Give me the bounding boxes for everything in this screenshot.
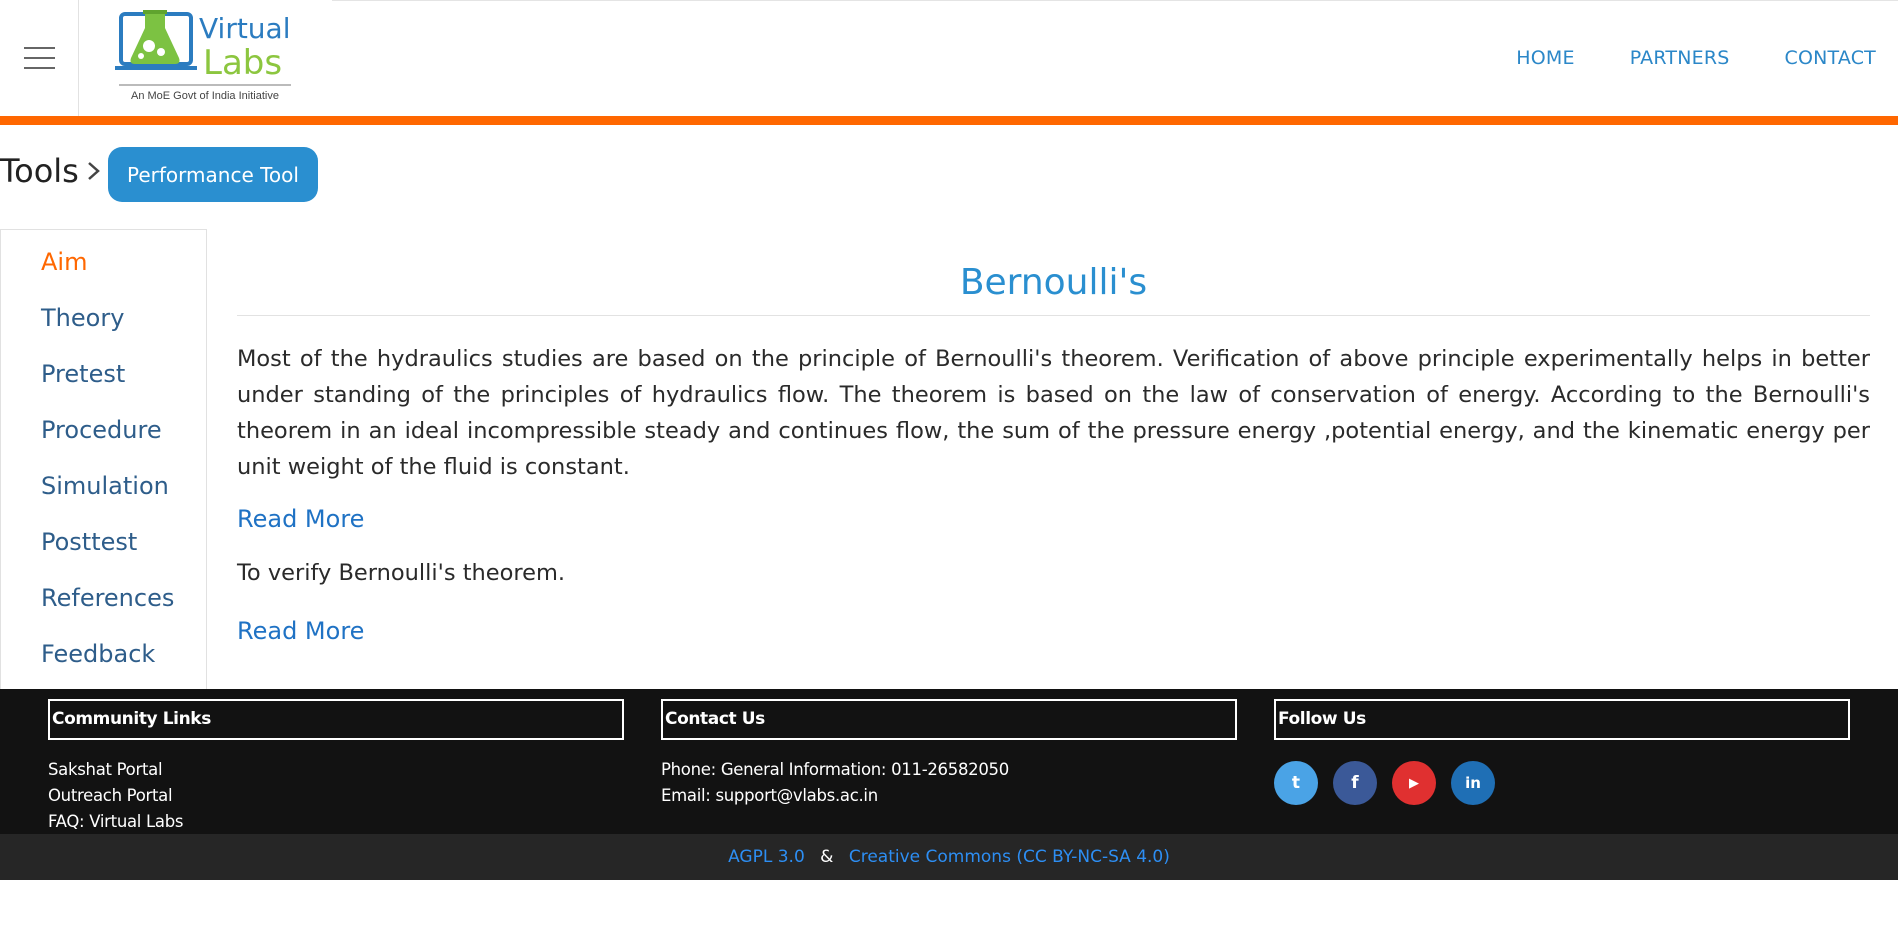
cc-license-link[interactable]: Creative Commons (CC BY-NC-SA 4.0) (849, 847, 1170, 867)
facebook-icon[interactable]: f (1333, 761, 1377, 805)
page-title: Bernoulli's (959, 262, 1148, 303)
footer-heading: Follow Us (1274, 699, 1850, 740)
sidebar-item-simulation[interactable]: Simulation (41, 472, 169, 500)
license-bar: AGPL 3.0 & Creative Commons (CC BY-NC-SA… (0, 834, 1898, 880)
nav-partners-link[interactable]: PARTNERS (1630, 47, 1730, 69)
main-nav: HOME PARTNERS CONTACT (1516, 47, 1876, 69)
contact-email[interactable]: Email: support@vlabs.ac.in (661, 783, 1237, 809)
nav-contact-link[interactable]: CONTACT (1784, 47, 1876, 69)
virtual-labs-logo[interactable]: Virtual Labs An MoE Govt of India Initia… (115, 8, 300, 106)
header-accent-bar (0, 116, 1898, 125)
sidebar-item-pretest[interactable]: Pretest (41, 360, 125, 388)
footer-follow: Follow Us t f ▶ in (1274, 699, 1850, 805)
footer-heading: Community Links (48, 699, 624, 740)
footer-link-faq[interactable]: FAQ: Virtual Labs (48, 809, 624, 835)
logo-icon: Virtual Labs An MoE Govt of India Initia… (115, 10, 291, 102)
twitter-icon[interactable]: t (1274, 761, 1318, 805)
svg-text:Virtual: Virtual (199, 12, 291, 45)
youtube-icon[interactable]: ▶ (1392, 761, 1436, 805)
footer-contact: Contact Us Phone: General Information: 0… (661, 699, 1237, 809)
site-header: Virtual Labs An MoE Govt of India Initia… (0, 0, 1898, 117)
sidebar-item-theory[interactable]: Theory (41, 304, 124, 332)
sidebar-item-posttest[interactable]: Posttest (41, 528, 137, 556)
hamburger-line (24, 47, 55, 49)
contact-phone: Phone: General Information: 011-26582050 (661, 760, 1009, 779)
experiment-sidebar: Aim Theory Pretest Procedure Simulation … (0, 229, 207, 689)
read-more-link[interactable]: Read More (237, 617, 364, 645)
footer-heading: Contact Us (661, 699, 1237, 740)
sidebar-item-procedure[interactable]: Procedure (41, 416, 162, 444)
svg-text:Labs: Labs (203, 43, 282, 83)
chevron-right-icon (88, 162, 100, 180)
footer-community: Community Links Sakshat Portal Outreach … (48, 699, 624, 835)
site-footer: Community Links Sakshat Portal Outreach … (0, 689, 1898, 834)
sidebar-item-feedback[interactable]: Feedback (41, 640, 155, 668)
aim-text: To verify Bernoulli's theorem. (237, 560, 566, 586)
linkedin-icon[interactable]: in (1451, 761, 1495, 805)
sidebar-item-references[interactable]: References (41, 584, 174, 612)
license-separator: & (820, 847, 834, 867)
hamburger-line (24, 67, 55, 69)
sidebar-item-aim[interactable]: Aim (41, 248, 87, 276)
hamburger-line (24, 57, 55, 59)
svg-text:An MoE Govt of India Initiativ: An MoE Govt of India Initiative (131, 90, 279, 102)
title-divider (237, 315, 1870, 316)
footer-link-outreach[interactable]: Outreach Portal (48, 783, 624, 809)
agpl-license-link[interactable]: AGPL 3.0 (728, 847, 805, 867)
performance-tool-button[interactable]: Performance Tool (108, 147, 318, 202)
intro-paragraph: Most of the hydraulics studies are based… (237, 346, 1870, 480)
nav-home-link[interactable]: HOME (1516, 47, 1574, 69)
footer-link-sakshat[interactable]: Sakshat Portal (48, 757, 624, 783)
menu-toggle-button[interactable] (0, 0, 79, 116)
breadcrumb-tools[interactable]: Tools (0, 152, 79, 190)
social-links: t f ▶ in (1274, 761, 1850, 805)
read-more-link[interactable]: Read More (237, 505, 364, 533)
header-divider (332, 0, 1898, 1)
